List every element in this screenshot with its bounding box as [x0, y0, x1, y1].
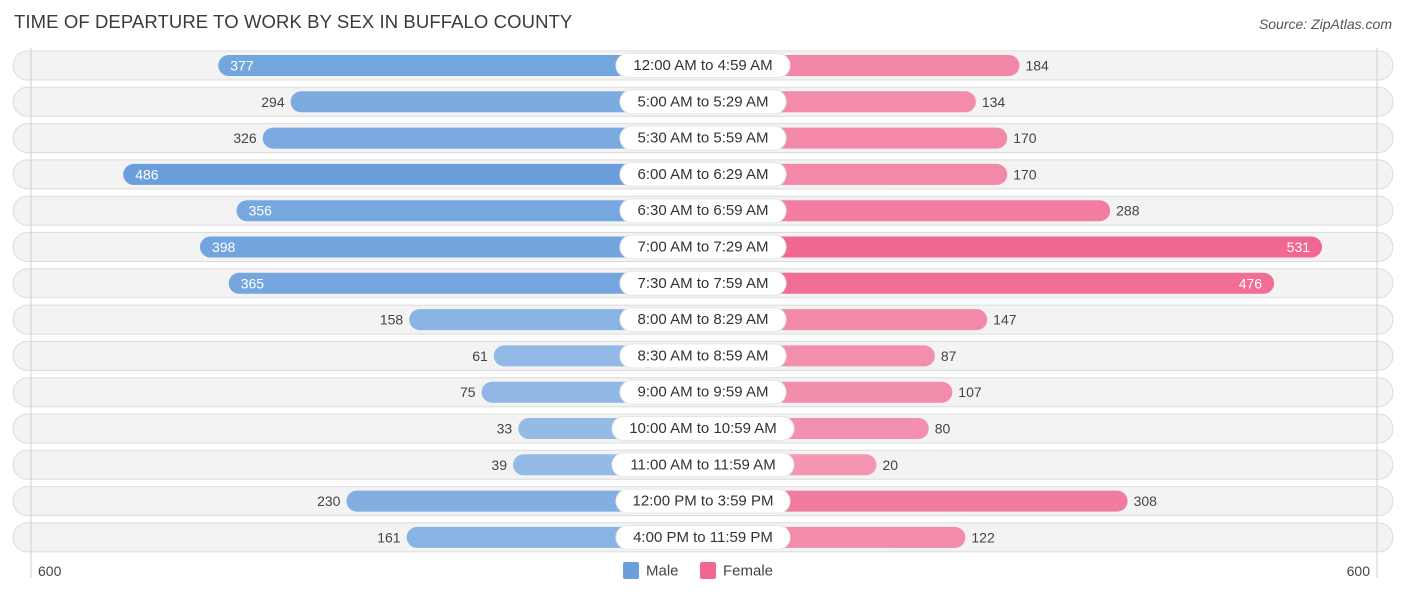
chart-area: 377 184 12:00 AM to 4:59 AM 294 134 5:00 AM t…: [12, 48, 1394, 580]
category-label: 7:30 AM to 7:59 AM: [638, 275, 769, 292]
male-value-label: 75: [460, 384, 476, 400]
legend-swatch: [623, 562, 639, 579]
female-value-label: 531: [1287, 239, 1311, 255]
female-value-label: 308: [1134, 493, 1158, 509]
bar-row: 326 170 5:30 AM to 5:59 AM: [12, 123, 1394, 154]
bar-row: 356 288 6:30 AM to 6:59 AM: [12, 195, 1394, 226]
bar-row: 158 147 8:00 AM to 8:29 AM: [12, 304, 1394, 335]
female-value-label: 107: [958, 384, 982, 400]
female-value-label: 134: [982, 94, 1006, 110]
bar-row: 377 184 12:00 AM to 4:59 AM: [12, 50, 1394, 81]
bar-row: 75 107 9:00 AM to 9:59 AM: [12, 377, 1394, 408]
bar-row: 33 80 10:00 AM to 10:59 AM: [12, 413, 1394, 444]
female-value-label: 288: [1116, 203, 1140, 219]
male-value-label: 161: [377, 529, 401, 545]
bar-row: 230 308 12:00 PM to 3:59 PM: [12, 486, 1394, 517]
legend: Male Female: [623, 562, 773, 580]
female-bar[interactable]: [703, 236, 1323, 258]
male-value-label: 158: [380, 312, 404, 328]
bar-row: 39 20 11:00 AM to 11:59 AM: [12, 449, 1394, 480]
category-label: 8:30 AM to 8:59 AM: [638, 347, 769, 364]
male-value-label: 61: [472, 348, 488, 364]
bar-row: 61 87 8:30 AM to 8:59 AM: [12, 340, 1394, 371]
legend-label: Male: [646, 563, 679, 580]
male-value-label: 230: [317, 493, 341, 509]
category-label: 6:30 AM to 6:59 AM: [638, 202, 769, 219]
male-value-label: 365: [241, 275, 265, 291]
bar-row: 161 122 4:00 PM to 11:59 PM: [12, 522, 1394, 553]
female-value-label: 184: [1025, 58, 1049, 74]
male-value-label: 398: [212, 239, 236, 255]
bar-rows: 377 184 12:00 AM to 4:59 AM 294 134 5:00 AM t…: [12, 50, 1394, 553]
female-value-label: 87: [941, 348, 957, 364]
male-value-label: 326: [233, 130, 257, 146]
female-value-label: 122: [971, 529, 995, 545]
category-label: 7:00 AM to 7:29 AM: [638, 239, 769, 256]
category-label: 10:00 AM to 10:59 AM: [629, 420, 777, 437]
male-value-label: 33: [497, 421, 513, 437]
male-value-label: 356: [249, 203, 273, 219]
female-value-label: 476: [1239, 275, 1263, 291]
bar-row: 398 531 7:00 AM to 7:29 AM: [12, 232, 1394, 262]
female-value-label: 170: [1013, 130, 1037, 146]
category-label: 6:00 AM to 6:29 AM: [638, 166, 769, 183]
bar-row: 365 476 7:30 AM to 7:59 AM: [12, 268, 1394, 299]
male-value-label: 486: [135, 166, 159, 182]
female-bar[interactable]: [703, 272, 1275, 294]
category-label: 12:00 PM to 3:59 PM: [633, 493, 774, 510]
category-label: 9:00 AM to 9:59 AM: [638, 384, 769, 401]
female-value-label: 170: [1013, 166, 1037, 182]
legend-label: Female: [723, 563, 773, 580]
bar-row: 486 170 6:00 AM to 6:29 AM: [12, 159, 1394, 190]
category-label: 8:00 AM to 8:29 AM: [638, 311, 769, 328]
category-label: 5:30 AM to 5:59 AM: [638, 130, 769, 147]
female-value-label: 80: [935, 421, 951, 437]
female-value-label: 20: [882, 457, 898, 473]
category-label: 5:00 AM to 5:29 AM: [638, 93, 769, 110]
right-axis-tick: 600: [1347, 563, 1371, 579]
legend-swatch: [700, 562, 716, 579]
category-label: 4:00 PM to 11:59 PM: [633, 529, 773, 546]
legend-female[interactable]: Female: [700, 562, 773, 580]
bar-row: 294 134 5:00 AM to 5:29 AM: [12, 86, 1394, 117]
male-value-label: 377: [230, 58, 254, 74]
male-value-label: 39: [491, 457, 507, 473]
category-label: 12:00 AM to 4:59 AM: [633, 57, 772, 74]
legend-male[interactable]: Male: [623, 562, 679, 580]
male-value-label: 294: [261, 94, 285, 110]
left-axis-tick: 600: [38, 563, 62, 579]
male-bar[interactable]: [123, 163, 703, 185]
category-label: 11:00 AM to 11:59 AM: [630, 456, 775, 473]
female-value-label: 147: [993, 312, 1017, 328]
